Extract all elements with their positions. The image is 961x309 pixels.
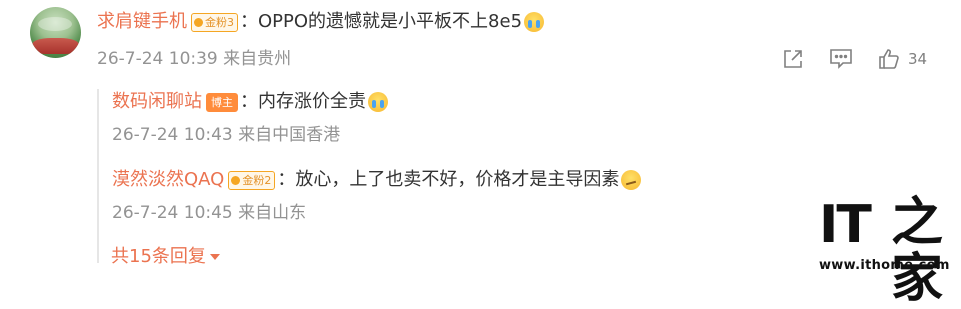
watermark-logo-home: 之家 bbox=[891, 193, 944, 309]
coin-icon bbox=[231, 175, 241, 185]
comment-icon[interactable] bbox=[828, 46, 854, 72]
watermark-url: www.ithome.com bbox=[819, 258, 950, 273]
colon: ： bbox=[240, 11, 258, 32]
avatar[interactable] bbox=[30, 7, 81, 58]
more-replies-link[interactable]: 共15条回复 bbox=[111, 245, 220, 269]
reply-username[interactable]: 数码闲聊站 bbox=[112, 90, 202, 114]
coin-icon bbox=[194, 17, 203, 27]
fan-badge[interactable]: 金粉2 bbox=[228, 170, 276, 190]
timestamp: 26-7-24 10:39 bbox=[97, 49, 218, 69]
colon: ： bbox=[240, 91, 258, 112]
timestamp: 26-7-24 10:45 bbox=[112, 203, 233, 223]
reply-thread-divider bbox=[97, 89, 99, 263]
location: 来自山东 bbox=[238, 203, 307, 223]
watermark-logo-it: IT bbox=[819, 195, 872, 255]
reply-item: 漠然淡然QAQ 金粉2 ： 放心，上了也卖不好，价格才是主导因素 bbox=[112, 168, 642, 192]
like-count: 34 bbox=[908, 50, 928, 68]
fan-badge-label: 金粉2 bbox=[242, 173, 272, 187]
reply-text: 放心，上了也卖不好，价格才是主导因素 bbox=[295, 169, 620, 190]
fan-badge-label: 金粉3 bbox=[205, 15, 234, 29]
colon: ： bbox=[277, 169, 296, 190]
reply-username[interactable]: 漠然淡然QAQ bbox=[112, 168, 224, 192]
timestamp: 26-7-24 10:43 bbox=[112, 125, 233, 145]
share-icon[interactable] bbox=[780, 46, 806, 72]
reply-item: 数码闲聊站 博主 ： 内存涨价全责 bbox=[112, 90, 388, 114]
location: 来自中国香港 bbox=[238, 125, 341, 145]
main-comment: 求肩键手机 金粉3 ： OPPO的遗憾就是小平板不上8e5 bbox=[97, 10, 545, 34]
fan-badge[interactable]: 金粉3 bbox=[191, 12, 238, 32]
comment-actions: 34 bbox=[780, 46, 927, 72]
main-comment-text: OPPO的遗憾就是小平板不上8e5 bbox=[258, 11, 523, 32]
crying-emoji-icon bbox=[524, 12, 545, 32]
reply-meta: 26-7-24 10:45 来自山东 bbox=[112, 202, 306, 224]
more-replies-label: 共15条回复 bbox=[111, 246, 206, 267]
ithome-watermark: IT 之家 www.ithome.com bbox=[813, 195, 953, 307]
caret-down-icon bbox=[209, 254, 220, 260]
like-icon[interactable] bbox=[876, 46, 902, 72]
reply-text: 内存涨价全责 bbox=[258, 91, 366, 112]
main-comment-meta: 26-7-24 10:39 来自贵州 bbox=[97, 48, 291, 70]
host-badge: 博主 bbox=[206, 92, 238, 112]
location: 来自贵州 bbox=[223, 49, 292, 69]
reply-meta: 26-7-24 10:43 来自中国香港 bbox=[112, 124, 340, 146]
crying-emoji-icon bbox=[368, 92, 388, 112]
main-comment-username[interactable]: 求肩键手机 bbox=[97, 10, 187, 34]
thinking-emoji-icon bbox=[621, 170, 642, 190]
